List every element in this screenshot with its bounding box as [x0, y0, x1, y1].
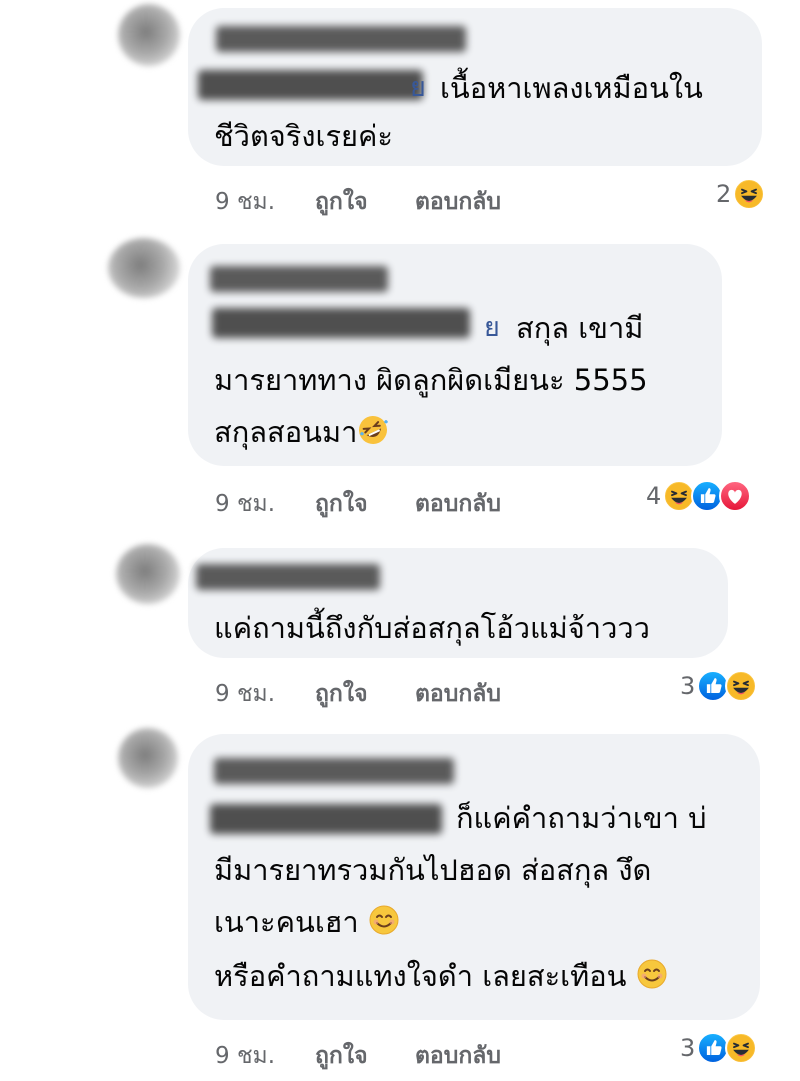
timestamp[interactable]: 9 ชม.	[215, 184, 275, 220]
comment-bubble: ย เนื้อหาเพลงเหมือนใน ชีวิตจริงเรยค่ะ	[188, 8, 762, 166]
mention-redacted[interactable]	[198, 70, 423, 100]
author-name-redacted[interactable]	[214, 758, 454, 784]
avatar[interactable]	[116, 544, 180, 604]
smile-emoji-icon	[636, 958, 668, 990]
comment-text-line: ชีวิตจริงเรยค่ะ	[214, 119, 393, 153]
reaction-summary[interactable]: 3	[680, 670, 758, 702]
comment-text-line: หรือคำถามแทงใจดำ เลยสะเทือน	[214, 956, 668, 996]
mention-tail[interactable]: ย	[410, 70, 426, 106]
haha-icon	[725, 670, 758, 702]
author-name-redacted[interactable]	[216, 26, 466, 52]
timestamp[interactable]: 9 ชม.	[215, 1038, 275, 1074]
reply-button[interactable]: ตอบกลับ	[415, 486, 501, 522]
comment-bubble: แค่ถามนี้ถึงกับส่อสกุลโอ้วแม่จ้าววว	[188, 548, 728, 658]
reply-button[interactable]: ตอบกลับ	[415, 1038, 501, 1074]
comment-text-line: สกุล เขามี	[516, 311, 644, 345]
avatar[interactable]	[118, 4, 180, 66]
comment-3: แค่ถามนี้ถึงกับส่อสกุลโอ้วแม่จ้าววว 9 ชม…	[0, 540, 800, 720]
rofl-emoji-icon	[357, 414, 389, 446]
mention-tail[interactable]: ย	[484, 310, 500, 346]
reaction-summary[interactable]: 2	[716, 178, 766, 210]
like-button[interactable]: ถูกใจ	[315, 676, 368, 712]
comment-4: ก็แค่คำถามว่าเขา บ่ มีมารยาทรวมกันไปฮอด …	[0, 722, 800, 1081]
like-button[interactable]: ถูกใจ	[315, 1038, 368, 1074]
timestamp[interactable]: 9 ชม.	[215, 486, 275, 522]
avatar[interactable]	[108, 238, 180, 298]
reaction-count: 3	[680, 672, 696, 700]
comment-2: ย สกุล เขามี มารยาททาง ผิดลูกผิดเมียนะ 5…	[0, 230, 800, 520]
mention-redacted[interactable]	[210, 804, 442, 834]
like-button[interactable]: ถูกใจ	[315, 184, 368, 220]
comment-text-line: แค่ถามนี้ถึงกับส่อสกุลโอ้วแม่จ้าววว	[214, 611, 650, 645]
reply-button[interactable]: ตอบกลับ	[415, 184, 501, 220]
avatar[interactable]	[118, 728, 178, 788]
haha-icon	[733, 178, 766, 210]
comment-text-line: สกุลสอนมา	[214, 412, 389, 452]
timestamp[interactable]: 9 ชม.	[215, 676, 275, 712]
comment-text-line: เนื้อหาเพลงเหมือนใน	[440, 71, 703, 105]
comment-bubble: ก็แค่คำถามว่าเขา บ่ มีมารยาทรวมกันไปฮอด …	[188, 734, 760, 1020]
comment-text-line: มารยาททาง ผิดลูกผิดเมียนะ 5555	[214, 363, 648, 397]
comment-text-line: เนาะคนเฮา	[214, 902, 400, 942]
comment-text-line: ก็แค่คำถามว่าเขา บ่	[456, 801, 707, 835]
comment-text-segment: เนาะคนเฮา	[214, 905, 359, 939]
comment-text-segment: สกุลสอนมา	[214, 415, 358, 449]
reaction-count: 2	[716, 180, 732, 208]
like-button[interactable]: ถูกใจ	[315, 486, 368, 522]
comment-text-line: มีมารยาทรวมกันไปฮอด ส่อสกุล งึด	[214, 853, 652, 887]
reaction-summary[interactable]: 4	[646, 480, 752, 512]
love-icon	[719, 480, 752, 512]
comment-text-segment: หรือคำถามแทงใจดำ เลยสะเทือน	[214, 959, 627, 993]
haha-icon	[725, 1032, 758, 1064]
reaction-count: 4	[646, 482, 662, 510]
reaction-count: 3	[680, 1034, 696, 1062]
smile-emoji-icon	[368, 904, 400, 936]
author-name-redacted[interactable]	[196, 564, 380, 590]
reaction-summary[interactable]: 3	[680, 1032, 758, 1064]
comment-1: ย เนื้อหาเพลงเหมือนใน ชีวิตจริงเรยค่ะ 9 …	[0, 0, 800, 220]
comment-bubble: ย สกุล เขามี มารยาททาง ผิดลูกผิดเมียนะ 5…	[188, 244, 722, 466]
author-name-redacted[interactable]	[210, 266, 388, 292]
reply-button[interactable]: ตอบกลับ	[415, 676, 501, 712]
mention-redacted[interactable]	[212, 308, 470, 338]
